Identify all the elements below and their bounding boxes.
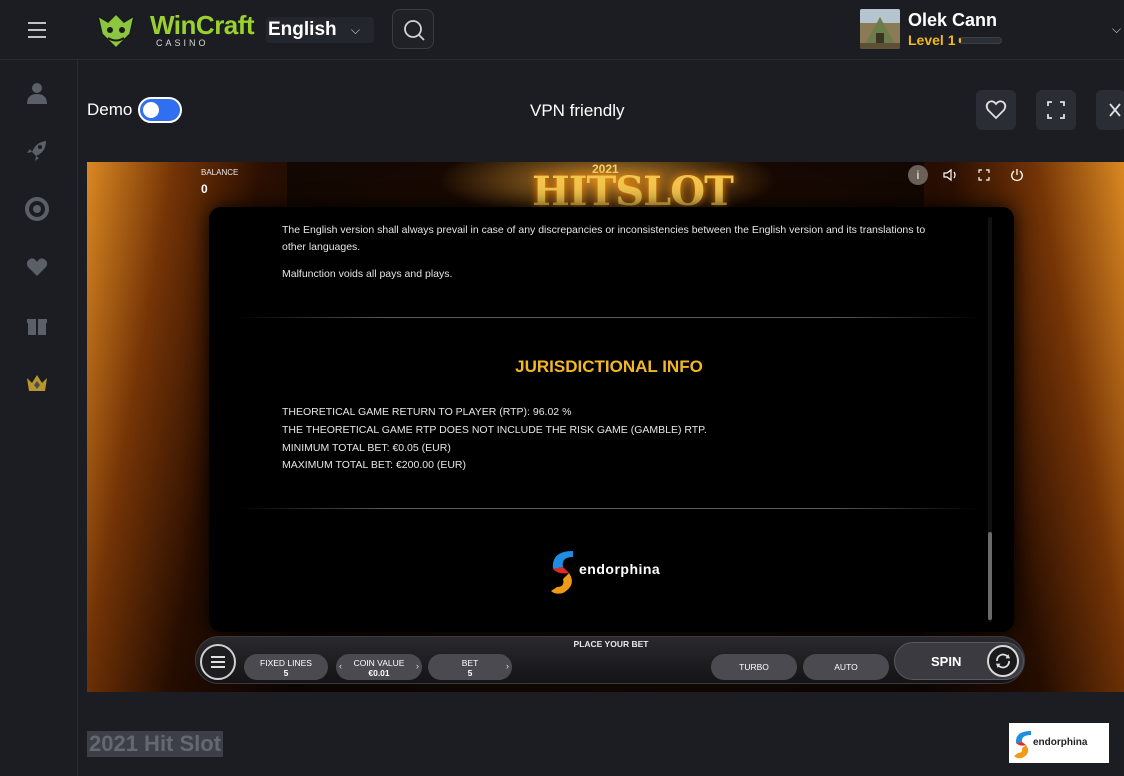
heart-icon[interactable] [24,254,50,280]
game-menu-button[interactable] [200,644,236,680]
fullscreen-button[interactable] [1036,90,1076,130]
info-line: THEORETICAL GAME RETURN TO PLAYER (RTP):… [282,406,572,418]
menu-line [28,22,46,24]
expand-icon [1047,101,1065,119]
provider-badge[interactable]: endorphina [1009,723,1109,763]
endorphina-swirl-icon [1014,731,1031,759]
chevron-down-icon[interactable]: ⌵ [1112,22,1121,37]
info-icon[interactable]: i [908,165,928,185]
top-bar: WinCraft CASINO English ⌵ Olek Cann Leve… [0,0,1124,60]
menu-line [28,29,46,31]
fixed-lines-value: 5 [283,668,289,678]
gift-icon[interactable] [24,312,50,338]
toggle-knob [143,102,159,118]
menu-line [211,656,225,658]
sidebar [0,60,78,776]
auto-button[interactable]: AUTO [803,654,889,680]
game-name-heading: 2021 Hit Slot [87,731,224,757]
demo-toggle[interactable] [138,97,182,123]
heart-outline-icon [985,100,1007,120]
chevron-right-icon[interactable]: › [416,661,419,671]
demo-label: Demo [87,100,133,119]
game-control-bar: PLACE YOUR BET FIXED LINES 5 ‹ COIN VALU… [195,636,1025,684]
user-level: Level 1 [908,32,956,48]
menu-line [211,661,225,663]
user-icon[interactable] [24,80,50,106]
menu-line [211,666,225,668]
site-logo[interactable]: WinCraft CASINO [96,8,266,52]
coin-value-label: COIN VALUE [353,658,405,668]
vpn-friendly-label: VPN friendly [530,101,625,120]
spin-button[interactable]: SPIN [894,642,1024,680]
game-frame[interactable]: 2021 HITSLOT BALANCE 0 i The English ver… [87,162,1124,692]
menu-line [28,36,46,38]
balance-label: BALANCE [201,168,239,177]
turbo-button[interactable]: TURBO [711,654,797,680]
provider-name: endorphina [579,561,661,577]
balance-value: 0 [201,182,208,196]
close-button[interactable] [1096,90,1124,130]
scrollbar-thumb[interactable] [988,532,992,620]
power-icon[interactable] [1007,165,1027,185]
language-select[interactable]: English ⌵ [266,17,374,43]
info-paragraph: The English version shall always prevail… [282,224,926,253]
bet-label: BET [461,658,479,668]
bet-selector: BET 5 › [428,654,512,680]
auto-label: AUTO [834,662,858,672]
close-icon [1109,103,1121,117]
avatar[interactable] [860,9,900,49]
info-paragraph: Malfunction voids all pays and plays. [282,268,453,280]
provider-badge-name: endorphina [1033,737,1088,748]
language-label: English [268,19,337,40]
user-name: Olek Cann [908,10,998,30]
coin-value-selector: ‹ COIN VALUE €0.01 › [336,654,422,680]
level-progress-bar [958,37,1002,44]
logo-subtitle: CASINO [156,38,209,48]
level-progress-fill [959,38,962,43]
endorphina-swirl-icon [551,551,573,594]
search-icon [404,20,425,41]
hamburger-menu-button[interactable] [22,18,52,42]
refresh-icon [987,645,1019,677]
avatar-image [860,9,900,49]
spin-label: SPIN [931,654,962,669]
chevron-left-icon[interactable]: ‹ [339,661,342,671]
chevron-down-icon: ⌵ [350,23,360,37]
info-line: MINIMUM TOTAL BET: €0.05 (EUR) [282,442,451,454]
info-line: MAXIMUM TOTAL BET: €200.00 (EUR) [282,459,466,471]
fullscreen-icon[interactable] [974,165,994,185]
logo-wordmark: WinCraft [150,10,255,40]
fixed-lines-display: FIXED LINES 5 [244,654,328,680]
coin-value-value: €0.01 [368,668,390,678]
fixed-lines-label: FIXED LINES [260,658,312,668]
bet-value: 5 [467,668,473,678]
info-line: THE THEORETICAL GAME RTP DOES NOT INCLUD… [282,424,707,436]
sound-icon[interactable] [940,165,960,185]
chevron-right-icon[interactable]: › [506,661,509,671]
favorite-button[interactable] [976,90,1016,130]
goblin-mask-icon [96,12,136,50]
search-button[interactable] [392,9,434,49]
section-title: JURISDICTIONAL INFO [515,357,703,376]
turbo-label: TURBO [739,662,769,672]
rocket-icon[interactable] [24,138,50,164]
provider-logo: endorphina [549,545,679,601]
game-info-panel[interactable]: The English version shall always prevail… [209,207,1014,632]
divider [239,317,979,318]
crown-icon[interactable] [24,370,50,396]
divider [239,508,979,509]
lifebuoy-icon[interactable] [24,196,50,222]
